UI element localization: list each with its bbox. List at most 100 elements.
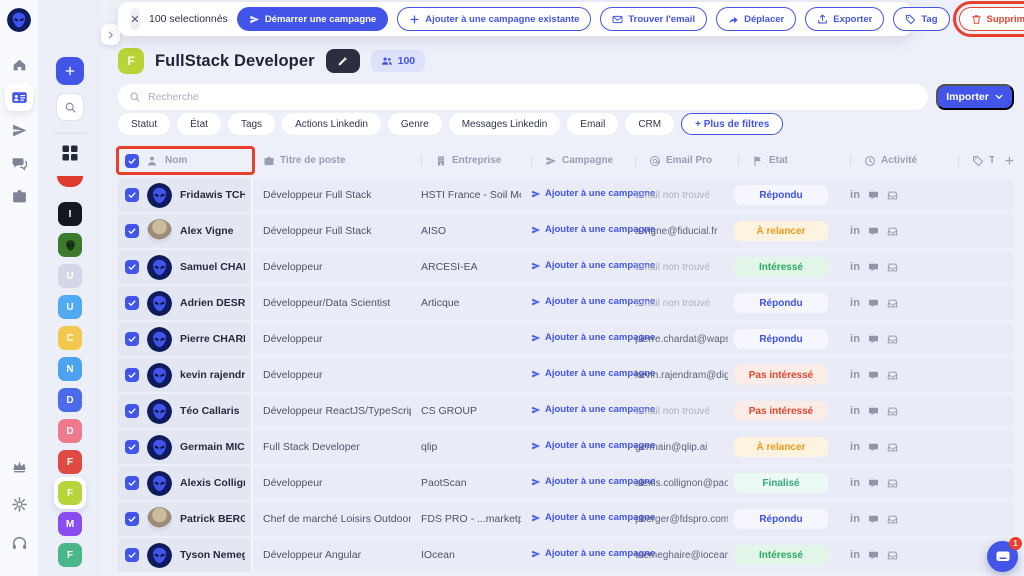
linkedin-icon[interactable]: in — [850, 550, 860, 561]
status-badge[interactable]: Répondu — [734, 293, 828, 313]
table-row[interactable]: Patrick BERGERChef de marché Loisirs Out… — [118, 502, 1014, 536]
bubble-icon[interactable] — [868, 514, 879, 525]
list-avatar-i-0[interactable]: I — [54, 198, 86, 230]
search-lists-button[interactable] — [56, 93, 84, 121]
import-button[interactable]: Importer — [936, 84, 1014, 110]
status-badge[interactable]: À relancer — [734, 437, 828, 457]
prospect-alien-avatar[interactable] — [147, 399, 172, 424]
table-row[interactable]: Germain MICHAUDFull Stack DeveloperqlipA… — [118, 430, 1014, 464]
table-row[interactable]: Samuel CHAPELDéveloppeurARCESI-EAAjouter… — [118, 250, 1014, 284]
bubble-icon[interactable] — [868, 226, 879, 237]
table-row[interactable]: kevin rajendramDéveloppeurAjouter à une … — [118, 358, 1014, 392]
add-list-button[interactable] — [56, 57, 84, 85]
sidebar-item-idcard[interactable] — [5, 83, 33, 111]
bubble-icon[interactable] — [868, 190, 879, 201]
table-row[interactable]: Pierre CHARDATDéveloppeurAjouter à une c… — [118, 322, 1014, 356]
status-badge[interactable]: Pas intéressé — [734, 365, 828, 385]
status-badge[interactable]: Intéressé — [734, 545, 828, 565]
row-checkbox[interactable] — [125, 512, 139, 526]
find-email-button[interactable]: Trouver l'email — [600, 7, 707, 31]
prospect-alien-avatar[interactable] — [147, 291, 172, 316]
status-badge[interactable]: Répondu — [734, 185, 828, 205]
list-avatar-f-8[interactable]: F — [54, 446, 86, 478]
add-to-existing-campaign-button[interactable]: Ajouter à une campagne existante — [397, 7, 591, 31]
table-row[interactable]: Adrien DESROSESDéveloppeur/Data Scientis… — [118, 286, 1014, 320]
row-checkbox[interactable] — [125, 260, 139, 274]
sidebar-item-home[interactable] — [5, 50, 33, 78]
list-avatar-alien-1[interactable] — [54, 229, 86, 261]
linkedin-icon[interactable]: in — [850, 262, 860, 273]
row-checkbox[interactable] — [125, 224, 139, 238]
row-checkbox[interactable] — [125, 368, 139, 382]
delete-button[interactable]: Supprimer — [959, 7, 1024, 31]
inbox-icon[interactable] — [887, 514, 898, 525]
row-checkbox[interactable] — [125, 332, 139, 346]
inbox-icon[interactable] — [887, 370, 898, 381]
bubble-icon[interactable] — [868, 406, 879, 417]
bubble-icon[interactable] — [868, 442, 879, 453]
prospect-alien-avatar[interactable] — [147, 363, 172, 388]
status-badge[interactable]: Répondu — [734, 509, 828, 529]
column-header-titre-de-poste[interactable]: Titre de poste — [253, 155, 411, 167]
linkedin-icon[interactable]: in — [850, 334, 860, 345]
list-avatar-u-2[interactable]: U — [54, 260, 86, 292]
sidebar-item-send[interactable] — [5, 116, 33, 144]
clear-selection-button[interactable] — [130, 8, 140, 30]
bubble-icon[interactable] — [868, 370, 879, 381]
linkedin-icon[interactable]: in — [850, 226, 860, 237]
status-badge[interactable]: Intéressé — [734, 257, 828, 277]
filter-pill-email[interactable]: Email — [567, 113, 618, 135]
sidebar-item-headset[interactable] — [5, 529, 33, 557]
linkedin-icon[interactable]: in — [850, 298, 860, 309]
column-header-email-pro[interactable]: Email Pro — [625, 155, 728, 167]
sidebar-item-briefcase[interactable] — [5, 182, 33, 210]
status-badge[interactable]: Répondu — [734, 329, 828, 349]
inbox-icon[interactable] — [887, 262, 898, 273]
add-column-button[interactable] — [994, 155, 1014, 166]
list-avatar-f-11[interactable]: F — [54, 539, 86, 571]
linkedin-icon[interactable]: in — [850, 442, 860, 453]
support-chat-button[interactable]: 1 — [987, 541, 1018, 572]
prospect-alien-avatar[interactable] — [147, 471, 172, 496]
search-box[interactable] — [118, 84, 928, 110]
table-row[interactable]: Téo CallarisDéveloppeur ReactJS/TypeScri… — [118, 394, 1014, 428]
list-avatar-n-5[interactable]: N — [54, 353, 86, 385]
prospect-alien-avatar[interactable] — [147, 255, 172, 280]
user-avatar[interactable] — [7, 8, 31, 32]
column-header-activite[interactable]: Activité — [840, 155, 948, 167]
status-badge[interactable]: À relancer — [734, 221, 828, 241]
list-avatar-m-10[interactable]: M — [54, 508, 86, 540]
edit-list-button[interactable] — [326, 49, 360, 73]
list-avatar-u-3[interactable]: U — [54, 291, 86, 323]
prospect-alien-avatar[interactable] — [147, 327, 172, 352]
inbox-icon[interactable] — [887, 190, 898, 201]
bubble-icon[interactable] — [868, 298, 879, 309]
bubble-icon[interactable] — [868, 262, 879, 273]
all-lists-grid-icon[interactable] — [60, 143, 80, 163]
inbox-icon[interactable] — [887, 298, 898, 309]
list-avatar-f-9[interactable]: F — [54, 477, 86, 509]
filter-pill-crm[interactable]: CRM — [625, 113, 674, 135]
filter-pill-genre[interactable]: Genre — [388, 113, 442, 135]
sidebar-item-chat[interactable] — [5, 149, 33, 177]
column-header-etat[interactable]: État — [728, 155, 840, 167]
table-row[interactable]: Alexis CollignonDéveloppeurPaotScanAjout… — [118, 466, 1014, 500]
sidebar-item-gear[interactable] — [5, 490, 33, 518]
status-badge[interactable]: Pas intéressé — [734, 401, 828, 421]
row-checkbox[interactable] — [125, 404, 139, 418]
linkedin-icon[interactable]: in — [850, 514, 860, 525]
list-logo-red-arc[interactable] — [57, 176, 83, 187]
filter-pill-etat[interactable]: État — [177, 113, 221, 135]
bubble-icon[interactable] — [868, 334, 879, 345]
column-header-tags[interactable]: Tags — [948, 155, 994, 167]
move-button[interactable]: Déplacer — [716, 7, 796, 31]
inbox-icon[interactable] — [887, 550, 898, 561]
prospect-photo-avatar[interactable] — [147, 507, 172, 532]
status-badge[interactable]: Finalisé — [734, 473, 828, 493]
linkedin-icon[interactable]: in — [850, 370, 860, 381]
search-input[interactable] — [148, 91, 917, 103]
inbox-icon[interactable] — [887, 226, 898, 237]
tag-button[interactable]: Tag — [893, 7, 949, 31]
bubble-icon[interactable] — [868, 550, 879, 561]
linkedin-icon[interactable]: in — [850, 406, 860, 417]
